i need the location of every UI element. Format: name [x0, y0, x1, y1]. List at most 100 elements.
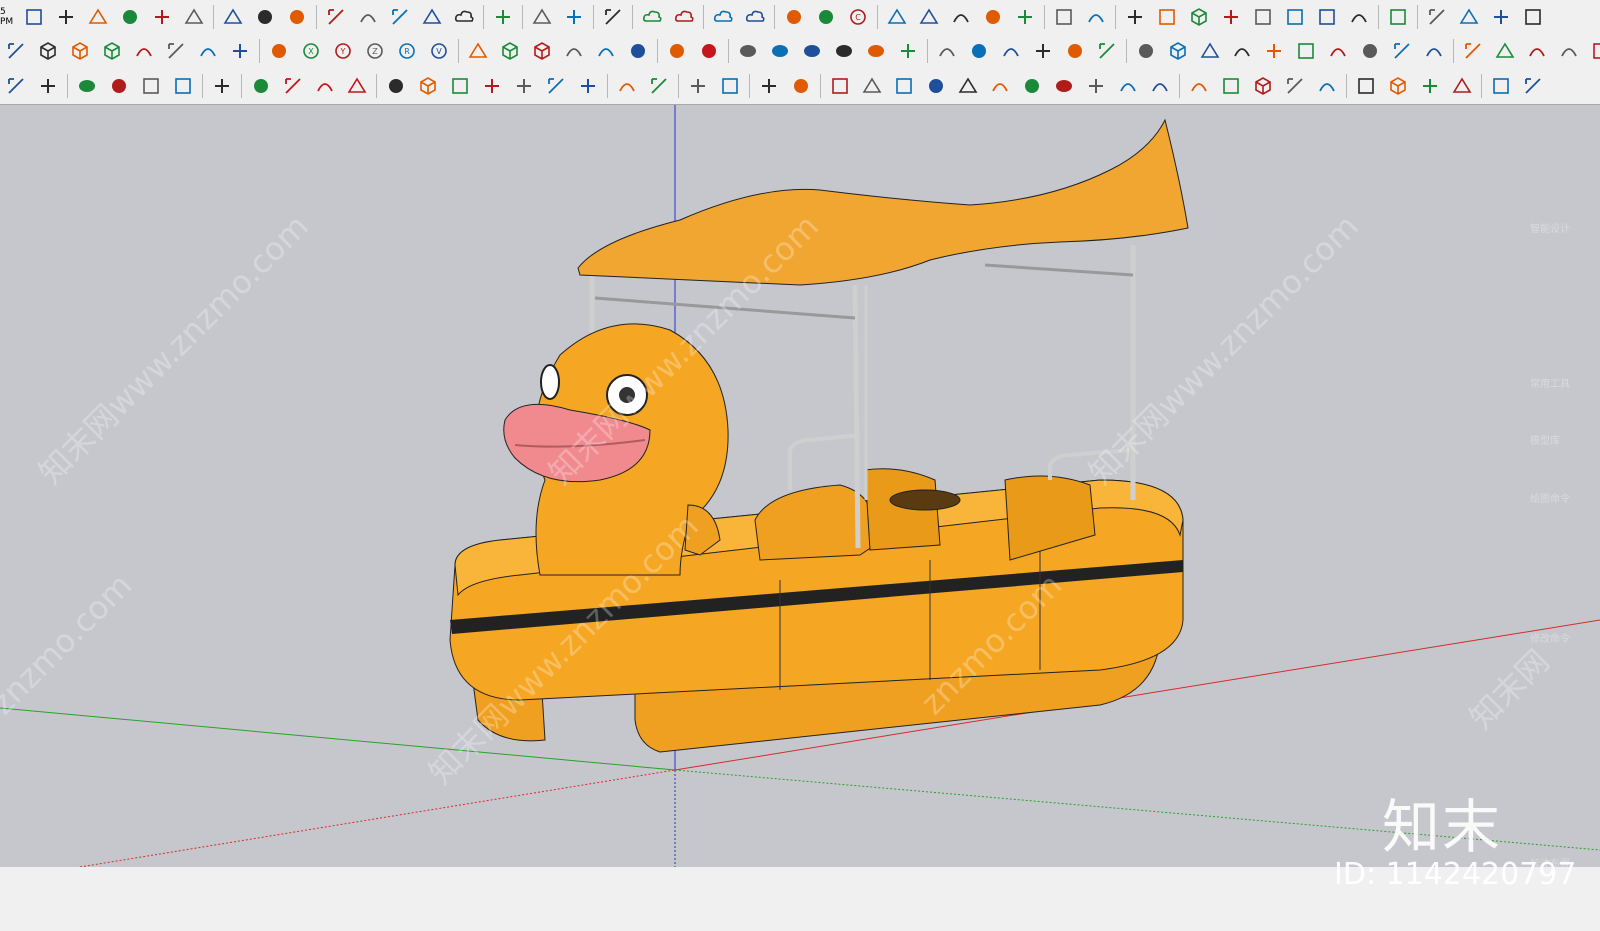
slash-icon[interactable] [464, 37, 492, 65]
paint-icon[interactable] [194, 37, 222, 65]
line-angle-icon[interactable] [826, 72, 854, 100]
line-tool3-icon[interactable] [1523, 37, 1551, 65]
flower-icon[interactable] [812, 3, 840, 31]
text-3d-icon[interactable] [1132, 37, 1160, 65]
mirror-icon[interactable] [265, 37, 293, 65]
book2-icon[interactable] [1093, 37, 1121, 65]
new-model-icon[interactable] [20, 3, 48, 31]
square2-icon[interactable] [858, 72, 886, 100]
number-icon[interactable] [979, 3, 1007, 31]
frame-select-icon[interactable] [755, 72, 783, 100]
tape-icon[interactable] [1345, 3, 1373, 31]
ring-icon[interactable] [766, 37, 794, 65]
pipe2-icon[interactable] [1324, 37, 1352, 65]
line-tool2-icon[interactable] [1491, 37, 1519, 65]
line-tool-icon[interactable] [1459, 37, 1487, 65]
gear-select-icon[interactable] [34, 72, 62, 100]
mail-icon[interactable] [528, 3, 556, 31]
cloud-search-icon[interactable] [670, 3, 698, 31]
number8-icon[interactable] [645, 72, 673, 100]
rotate-x-icon[interactable]: X [297, 37, 325, 65]
pen-icon[interactable] [1455, 3, 1483, 31]
cone-icon[interactable] [105, 72, 133, 100]
arc-icon[interactable] [1352, 72, 1380, 100]
frame-icon[interactable] [780, 3, 808, 31]
hide-icon[interactable] [208, 72, 236, 100]
cloud-link-icon[interactable] [638, 3, 666, 31]
video-icon[interactable] [283, 3, 311, 31]
leaf-icon[interactable] [592, 37, 620, 65]
box3d-icon[interactable] [1249, 72, 1277, 100]
cylinder2-icon[interactable] [1260, 37, 1288, 65]
scene-canvas[interactable] [0, 105, 1600, 867]
basket-icon[interactable] [446, 72, 474, 100]
book3-icon[interactable] [890, 72, 918, 100]
eraser-icon[interactable] [1420, 37, 1448, 65]
grid-icon[interactable] [226, 37, 254, 65]
axis-y-icon[interactable] [2, 72, 30, 100]
arch-icon[interactable] [560, 37, 588, 65]
dome-icon[interactable] [922, 72, 950, 100]
checker-icon[interactable] [418, 3, 446, 31]
basket2-icon[interactable] [1146, 72, 1174, 100]
stair-icon[interactable] [1356, 37, 1384, 65]
pane-icon[interactable] [1313, 72, 1341, 100]
sheet-icon[interactable] [1423, 3, 1451, 31]
box-lines-icon[interactable] [1164, 37, 1192, 65]
rotate-v-icon[interactable]: V [425, 37, 453, 65]
bracket-icon[interactable] [130, 37, 158, 65]
gears-icon[interactable] [489, 3, 517, 31]
box-dot-icon[interactable] [1384, 72, 1412, 100]
double-ring-icon[interactable] [830, 37, 858, 65]
dot-icon[interactable] [73, 72, 101, 100]
cloud-sync-icon[interactable] [709, 3, 737, 31]
corner-icon[interactable] [624, 37, 652, 65]
info-icon[interactable] [560, 3, 588, 31]
number-box-icon[interactable] [414, 72, 442, 100]
layers-icon[interactable] [684, 72, 712, 100]
copy-icon[interactable] [915, 3, 943, 31]
rotate-check-icon[interactable]: C [844, 3, 872, 31]
dots-icon[interactable] [1050, 72, 1078, 100]
tag-icon[interactable] [1384, 3, 1412, 31]
tree-icon[interactable] [354, 3, 382, 31]
more-icon[interactable] [1519, 72, 1547, 100]
measure-icon[interactable] [1313, 3, 1341, 31]
rotate-r-icon[interactable]: R [393, 37, 421, 65]
extension-icon[interactable] [219, 3, 247, 31]
cross-icon[interactable] [1082, 72, 1110, 100]
folder-icon[interactable] [613, 72, 641, 100]
chart-icon[interactable] [478, 72, 506, 100]
spiral-icon[interactable] [1388, 37, 1416, 65]
triangle-circles-icon[interactable] [894, 37, 922, 65]
rotate-y-icon[interactable]: Y [329, 37, 357, 65]
dimension-icon[interactable] [947, 3, 975, 31]
move-x-icon[interactable] [1249, 3, 1277, 31]
panel-icon[interactable] [1114, 72, 1142, 100]
gauge-icon[interactable] [954, 72, 982, 100]
upload-red-icon[interactable] [279, 72, 307, 100]
square-icon[interactable] [542, 72, 570, 100]
layers2-icon[interactable] [716, 72, 744, 100]
ruler-icon[interactable] [1011, 3, 1039, 31]
export2-icon[interactable] [1519, 3, 1547, 31]
monitor2-icon[interactable] [1153, 3, 1181, 31]
download-red-icon[interactable] [1587, 37, 1600, 65]
grid-select-icon[interactable] [1281, 72, 1309, 100]
box-blue-icon[interactable] [98, 37, 126, 65]
import-icon[interactable] [247, 72, 275, 100]
axis-x-icon[interactable] [1217, 3, 1245, 31]
add-icon[interactable] [322, 3, 350, 31]
store-icon[interactable] [180, 3, 208, 31]
box-green-icon[interactable] [66, 37, 94, 65]
fold-icon[interactable] [965, 37, 993, 65]
s-curve-icon[interactable] [663, 37, 691, 65]
monitor-icon[interactable] [1121, 3, 1149, 31]
house-icon[interactable] [148, 3, 176, 31]
grid-sq-icon[interactable] [1196, 37, 1224, 65]
paint2-icon[interactable] [1416, 72, 1444, 100]
flip-icon[interactable] [787, 72, 815, 100]
roof-icon[interactable] [997, 37, 1025, 65]
cube-icon[interactable] [1185, 3, 1213, 31]
up-down-icon[interactable] [1185, 72, 1213, 100]
